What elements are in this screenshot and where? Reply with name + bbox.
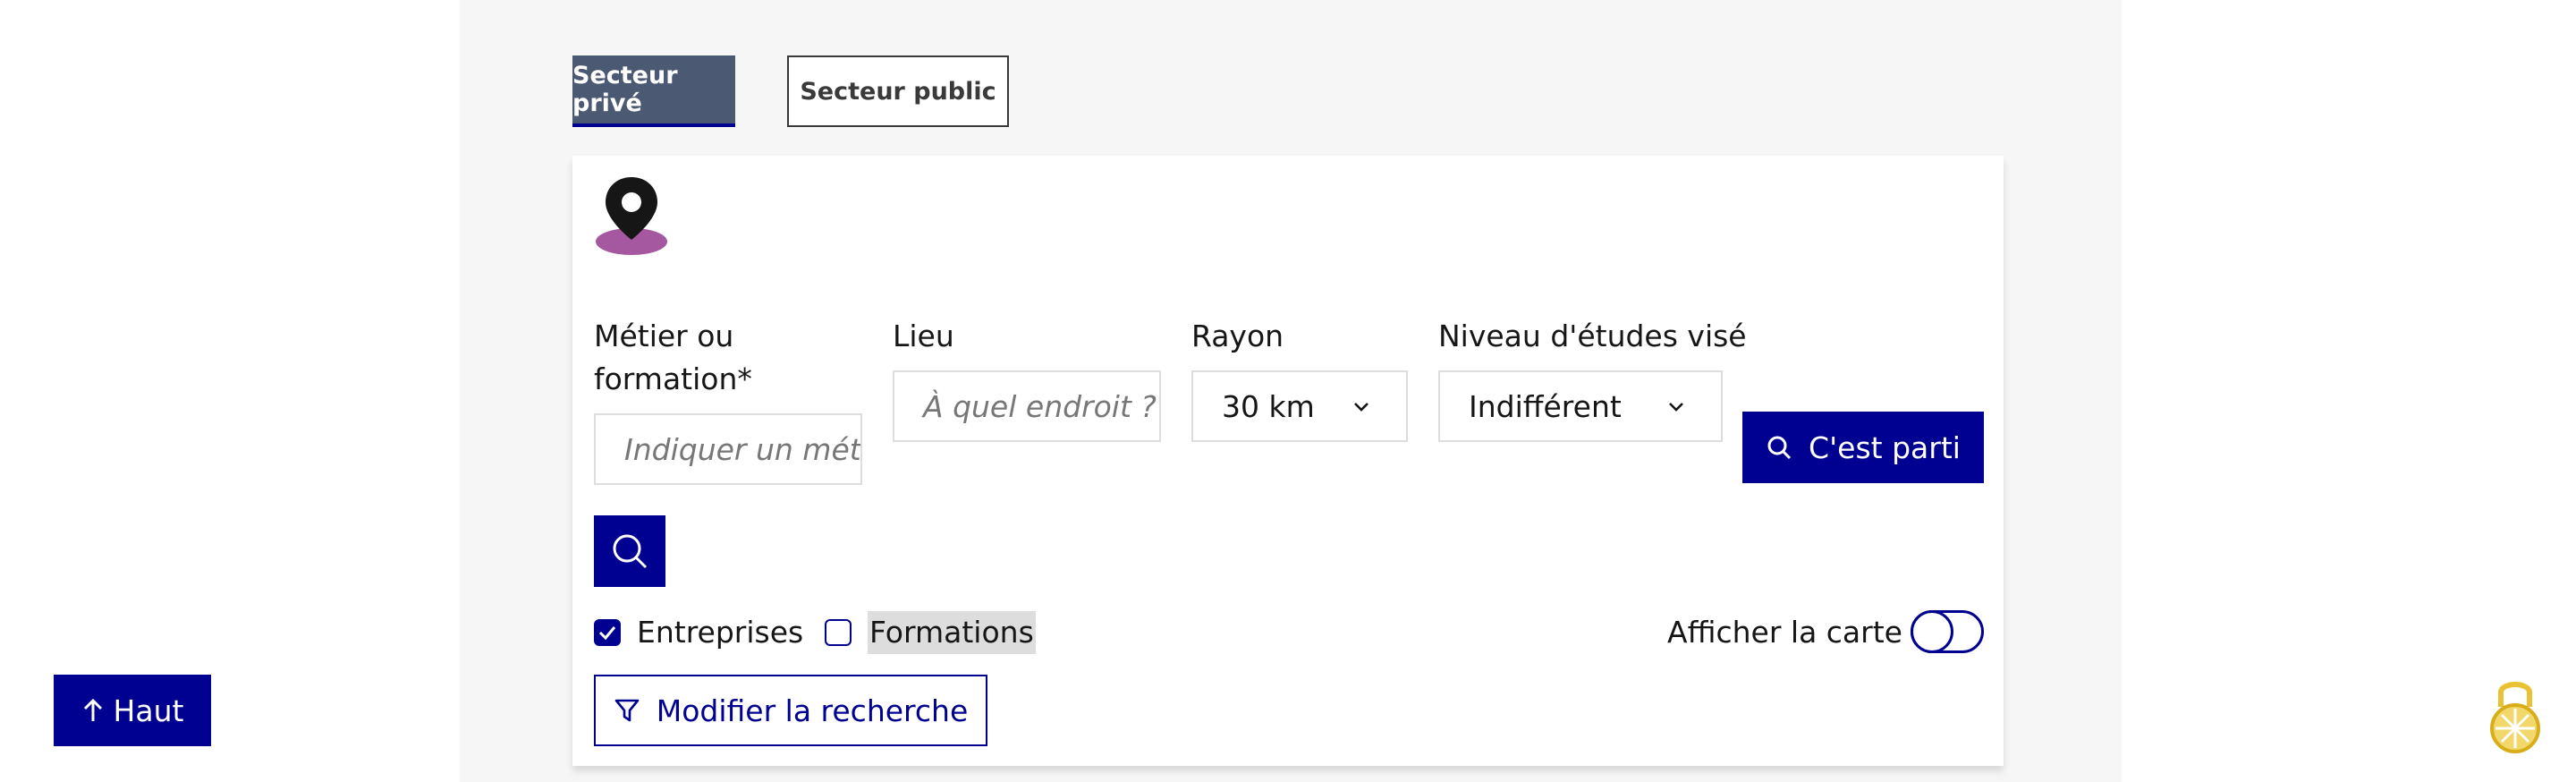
- tab-secteur-public[interactable]: Secteur public: [787, 55, 1009, 127]
- toggle-knob: [1911, 610, 1953, 653]
- metier-label-line2: formation*: [594, 361, 752, 396]
- lock-icon[interactable]: [2490, 673, 2540, 757]
- lieu-input[interactable]: À quel endroit ?: [893, 370, 1161, 442]
- entreprises-checkbox[interactable]: [594, 619, 621, 646]
- formations-checkbox[interactable]: [825, 619, 852, 646]
- back-to-top-label: Haut: [113, 693, 184, 728]
- chevron-down-icon: [1669, 403, 1683, 412]
- afficher-carte-toggle[interactable]: [1911, 610, 1984, 653]
- niveau-value: Indifférent: [1469, 388, 1622, 424]
- arrow-up-icon: [83, 698, 102, 721]
- metier-placeholder: Indiquer un métier ou une formation: [624, 431, 861, 467]
- metier-input[interactable]: Indiquer un métier ou une formation: [594, 413, 862, 485]
- lieu-label: Lieu: [893, 319, 954, 353]
- niveau-label: Niveau d'études visé: [1438, 319, 1747, 353]
- filter-icon: [614, 699, 640, 722]
- search-icon: [1767, 436, 1792, 460]
- formations-label[interactable]: Formations: [868, 611, 1036, 654]
- map-pin-icon: [596, 177, 667, 255]
- modify-search-label: Modifier la recherche: [656, 693, 969, 728]
- submit-button[interactable]: C'est parti: [1742, 412, 1984, 483]
- rayon-select[interactable]: 30 km: [1191, 370, 1408, 442]
- entreprises-label[interactable]: Entreprises: [637, 611, 803, 654]
- modify-search-button[interactable]: Modifier la recherche: [594, 675, 987, 746]
- afficher-carte-label: Afficher la carte: [1667, 615, 1902, 650]
- submit-label: C'est parti: [1809, 429, 1961, 465]
- check-icon: [598, 626, 616, 641]
- back-to-top-button[interactable]: Haut: [54, 675, 211, 746]
- niveau-select[interactable]: Indifférent: [1438, 370, 1723, 442]
- rayon-value: 30 km: [1222, 388, 1315, 424]
- tab-secteur-prive[interactable]: Secteur privé: [572, 55, 735, 127]
- lieu-placeholder: À quel endroit ?: [923, 388, 1157, 424]
- metier-label-line1: Métier ou: [594, 319, 734, 353]
- chevron-down-icon: [1354, 403, 1368, 412]
- metier-label: Métier ou formation*: [594, 315, 862, 401]
- search-icon: [613, 534, 648, 569]
- rayon-label: Rayon: [1191, 319, 1284, 353]
- required-mark: *: [737, 361, 752, 396]
- search-square-button[interactable]: [594, 515, 665, 587]
